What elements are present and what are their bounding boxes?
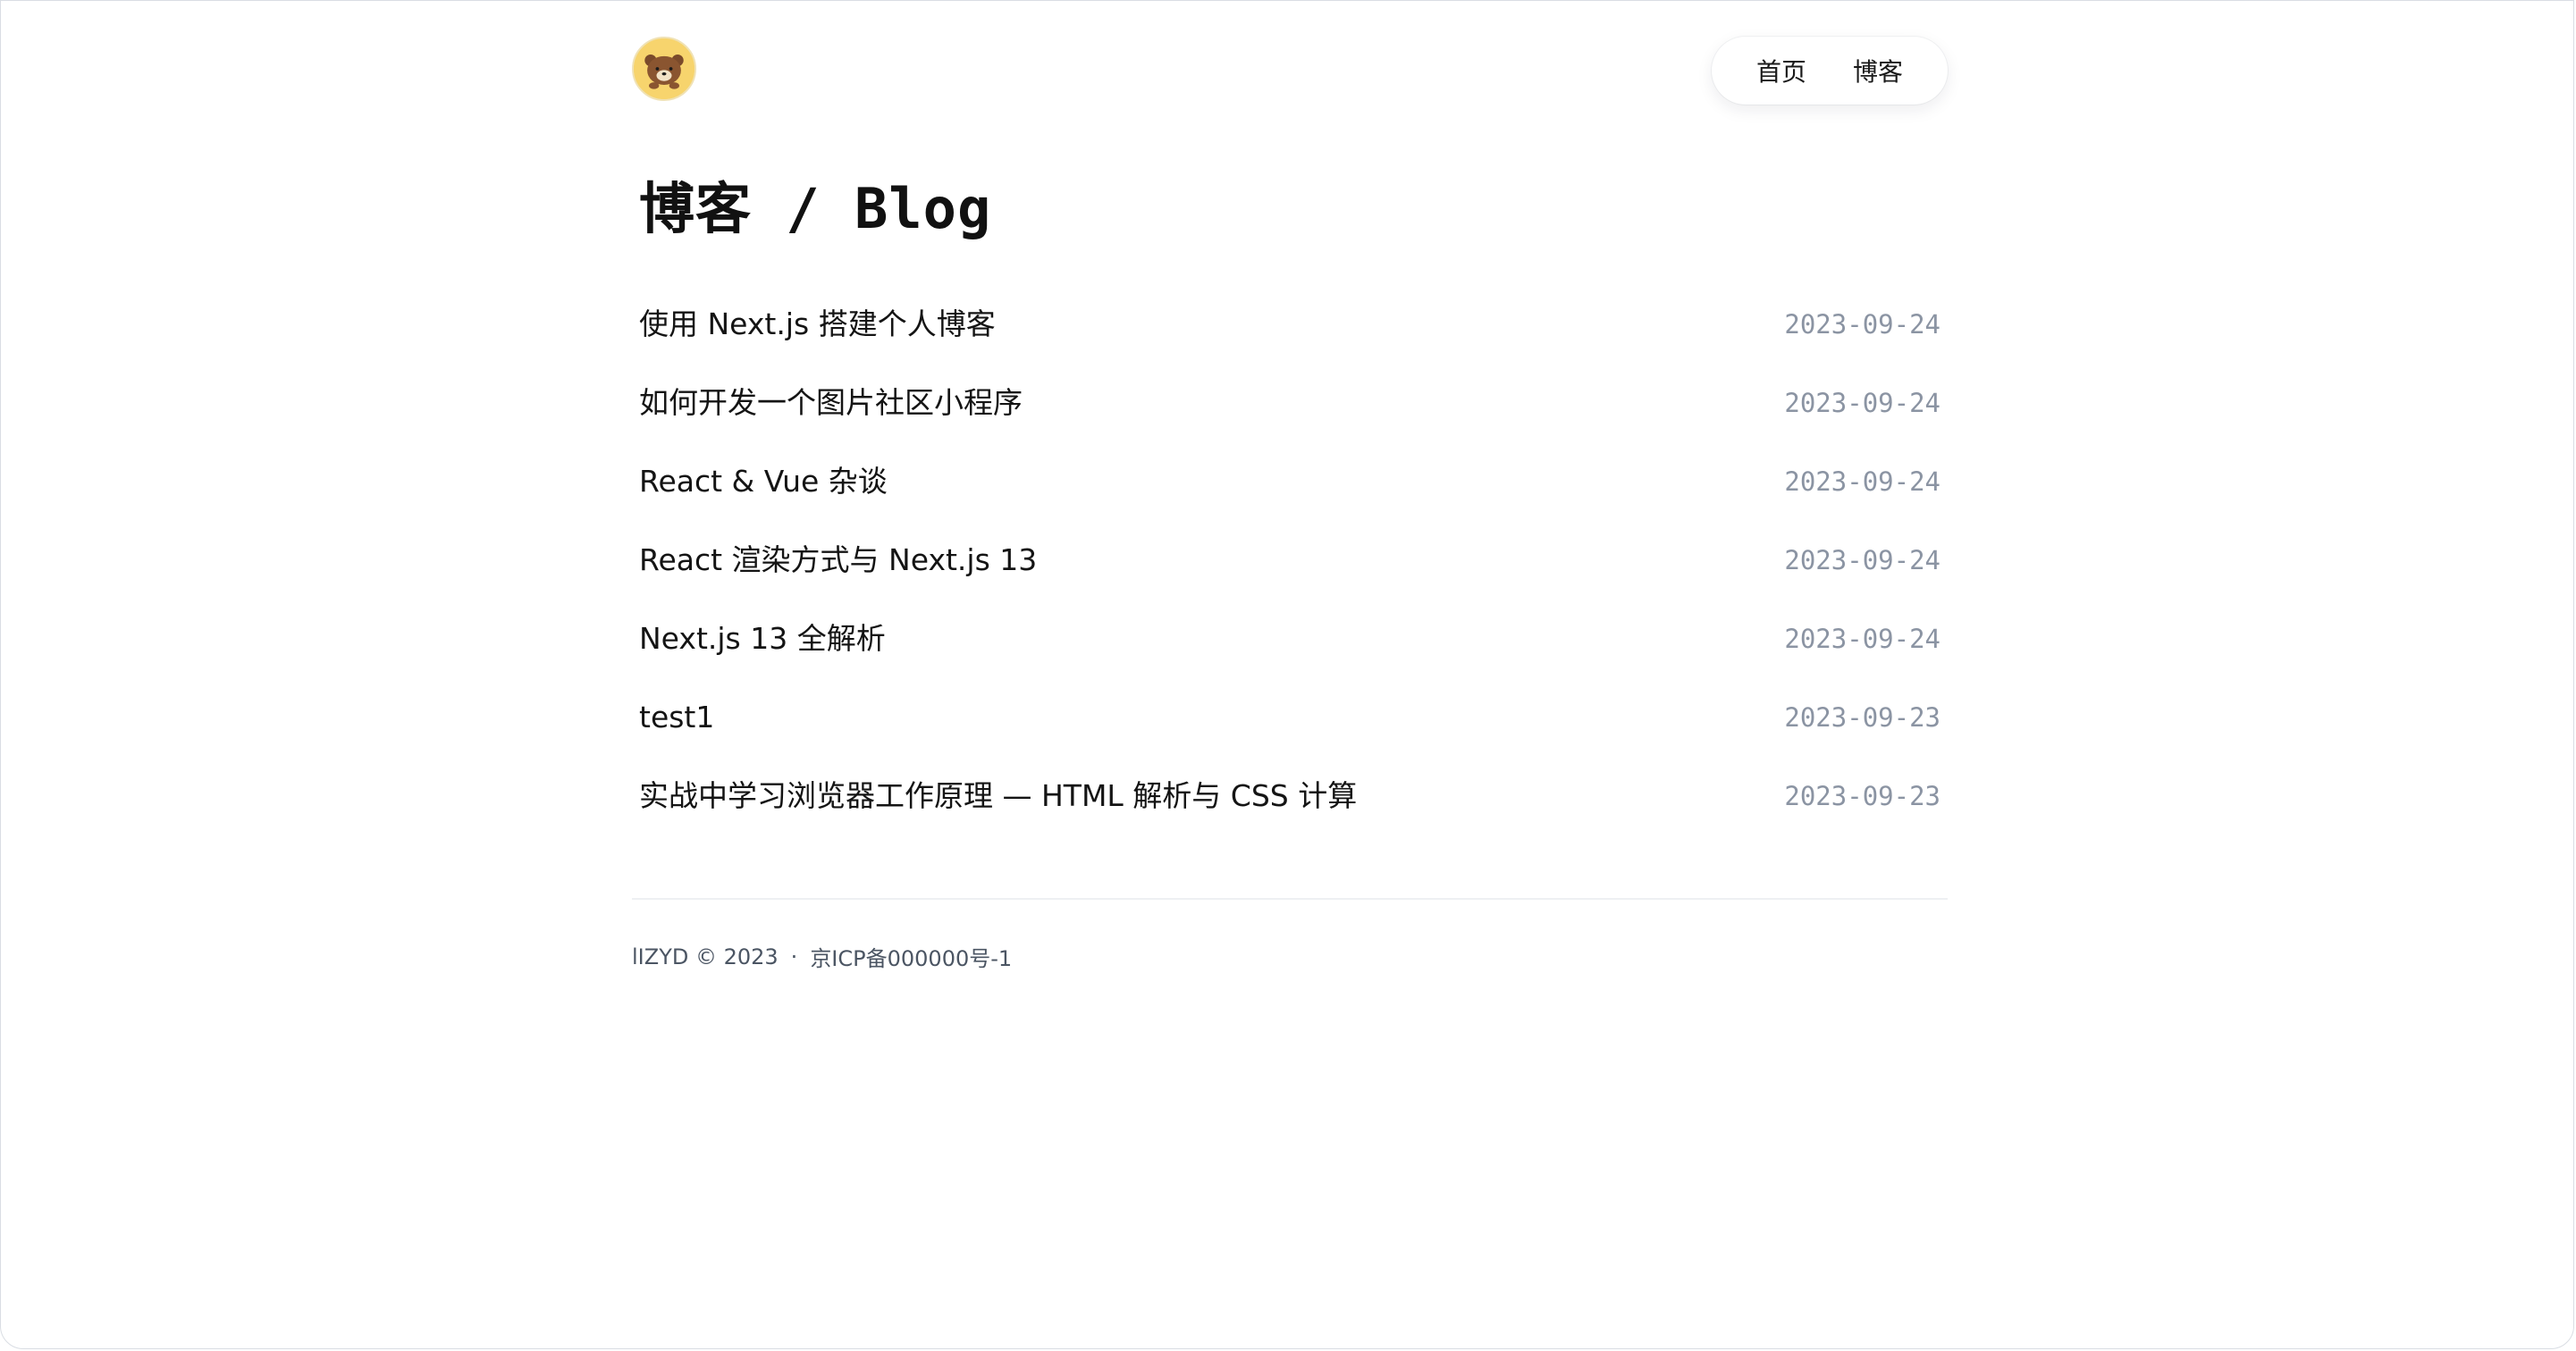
post-date: 2023-09-24 xyxy=(1784,545,1940,575)
post-list-item[interactable]: test1 2023-09-23 xyxy=(639,696,1940,775)
page-container: 首页 博客 博客 / Blog 使用 Next.js 搭建个人博客 2023-0… xyxy=(632,1,1948,971)
post-date: 2023-09-23 xyxy=(1784,702,1940,733)
post-title-link[interactable]: test1 xyxy=(639,687,714,748)
post-date: 2023-09-23 xyxy=(1784,781,1940,811)
post-list-item[interactable]: React 渲染方式与 Next.js 13 2023-09-24 xyxy=(639,539,1940,617)
browser-viewport: 首页 博客 博客 / Blog 使用 Next.js 搭建个人博客 2023-0… xyxy=(0,0,2574,1349)
post-list: 使用 Next.js 搭建个人博客 2023-09-24 如何开发一个图片社区小… xyxy=(639,303,1940,853)
post-date: 2023-09-24 xyxy=(1784,309,1940,340)
page-title: 博客 / Blog xyxy=(639,176,992,241)
footer-divider xyxy=(632,898,1948,900)
post-date: 2023-09-24 xyxy=(1784,624,1940,654)
post-list-item[interactable]: 实战中学习浏览器工作原理 — HTML 解析与 CSS 计算 2023-09-2… xyxy=(639,775,1940,853)
post-title-link[interactable]: React & Vue 杂谈 xyxy=(639,451,888,512)
post-list-item[interactable]: 如何开发一个图片社区小程序 2023-09-24 xyxy=(639,382,1940,460)
nav-link-home[interactable]: 首页 xyxy=(1756,53,1806,88)
bear-face-icon xyxy=(634,38,695,99)
footer-separator: · xyxy=(790,944,798,969)
bear-avatar-icon[interactable] xyxy=(632,37,696,101)
post-title-link[interactable]: 如何开发一个图片社区小程序 xyxy=(639,373,1023,433)
footer-copyright: lIZYD © 2023 xyxy=(632,944,779,969)
post-list-item[interactable]: Next.js 13 全解析 2023-09-24 xyxy=(639,617,1940,696)
site-footer: lIZYD © 2023 · 京ICP备000000号-1 xyxy=(632,941,1012,972)
post-title-link[interactable]: React 渲染方式与 Next.js 13 xyxy=(639,530,1037,591)
post-title-link[interactable]: 实战中学习浏览器工作原理 — HTML 解析与 CSS 计算 xyxy=(639,766,1357,827)
site-header: 首页 博客 xyxy=(632,1,1948,144)
post-list-item[interactable]: React & Vue 杂谈 2023-09-24 xyxy=(639,460,1940,539)
top-nav: 首页 博客 xyxy=(1711,37,1948,105)
footer-icp-link[interactable]: 京ICP备000000号-1 xyxy=(810,941,1012,972)
post-date: 2023-09-24 xyxy=(1784,388,1940,418)
post-list-item[interactable]: 使用 Next.js 搭建个人博客 2023-09-24 xyxy=(639,303,1940,382)
post-title-link[interactable]: Next.js 13 全解析 xyxy=(639,608,886,669)
post-date: 2023-09-24 xyxy=(1784,466,1940,497)
nav-link-blog[interactable]: 博客 xyxy=(1853,53,1903,88)
post-title-link[interactable]: 使用 Next.js 搭建个人博客 xyxy=(639,294,996,355)
